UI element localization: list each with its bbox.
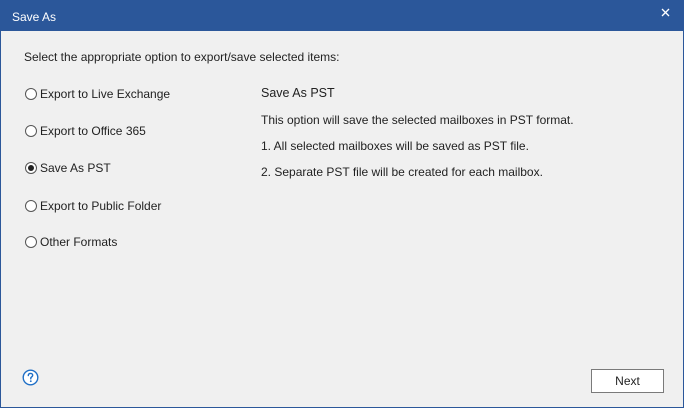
- option-label: Other Formats: [40, 235, 118, 249]
- save-as-dialog: Save As Select the appropriate option to…: [0, 0, 684, 408]
- radio-export-office-365[interactable]: [25, 125, 37, 137]
- help-button[interactable]: [22, 369, 39, 386]
- description-point-2: 2. Separate PST file will be created for…: [261, 165, 543, 179]
- option-other-formats[interactable]: Other Formats: [25, 233, 117, 251]
- close-button[interactable]: [657, 4, 675, 22]
- close-icon: [661, 8, 670, 17]
- option-export-public-folder[interactable]: Export to Public Folder: [25, 197, 161, 215]
- radio-save-as-pst[interactable]: [25, 162, 37, 174]
- option-label: Save As PST: [40, 161, 111, 175]
- instruction-text: Select the appropriate option to export/…: [24, 50, 340, 64]
- description-line: This option will save the selected mailb…: [261, 113, 574, 127]
- radio-export-public-folder[interactable]: [25, 200, 37, 212]
- option-save-as-pst[interactable]: Save As PST: [25, 159, 111, 177]
- option-export-live-exchange[interactable]: Export to Live Exchange: [25, 85, 170, 103]
- option-export-office-365[interactable]: Export to Office 365: [25, 122, 146, 140]
- help-icon: [22, 369, 39, 386]
- option-label: Export to Office 365: [40, 124, 146, 138]
- option-label: Export to Public Folder: [40, 199, 162, 213]
- window-title: Save As: [12, 10, 57, 24]
- next-button[interactable]: Next: [591, 369, 664, 393]
- radio-export-live-exchange[interactable]: [25, 88, 37, 100]
- description-point-1: 1. All selected mailboxes will be saved …: [261, 139, 529, 153]
- title-bar: Save As: [1, 1, 683, 31]
- description-title: Save As PST: [261, 86, 335, 100]
- radio-other-formats[interactable]: [25, 236, 37, 248]
- option-label: Export to Live Exchange: [40, 87, 171, 101]
